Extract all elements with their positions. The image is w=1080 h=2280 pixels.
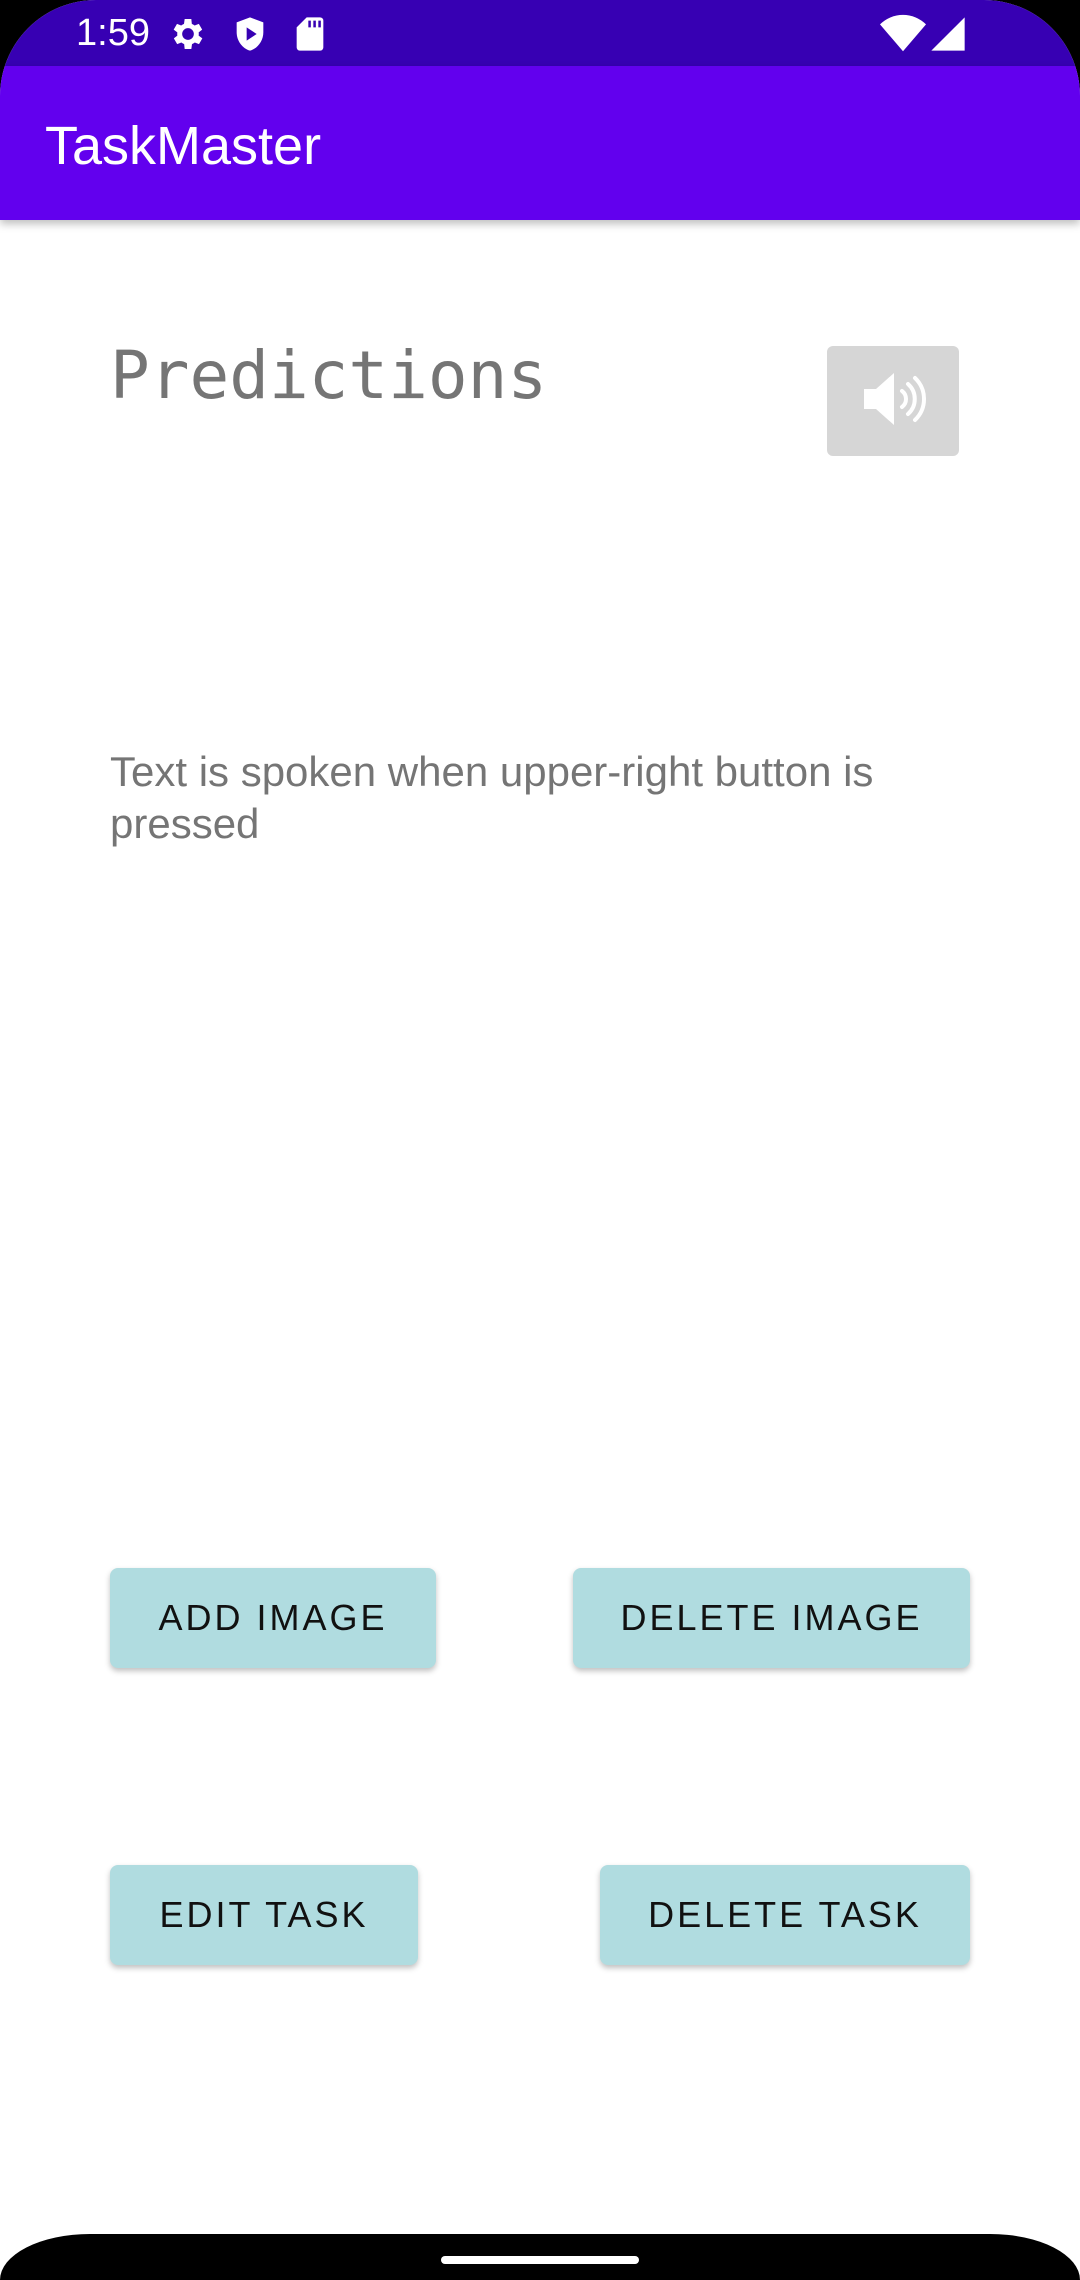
home-gesture-handle[interactable] bbox=[441, 2256, 639, 2264]
status-bar: 1:59 bbox=[0, 0, 1080, 66]
sd-card-icon bbox=[290, 14, 330, 54]
wifi-icon bbox=[880, 14, 926, 54]
delete-task-button[interactable]: DELETE TASK bbox=[600, 1865, 970, 1965]
app-screen: 1:59 TaskMaster Predictions Text is spok… bbox=[0, 0, 1080, 2280]
hint-text: Text is spoken when upper-right button i… bbox=[110, 748, 874, 847]
predictions-label: Predictions bbox=[110, 337, 548, 414]
cellular-signal-icon bbox=[928, 14, 968, 54]
speaker-icon bbox=[860, 369, 926, 434]
app-bar: TaskMaster bbox=[0, 66, 1080, 220]
app-title: TaskMaster bbox=[45, 116, 322, 176]
speak-button[interactable] bbox=[827, 346, 959, 456]
status-time: 1:59 bbox=[76, 12, 150, 54]
shield-play-icon bbox=[230, 14, 270, 54]
delete-image-button[interactable]: DELETE IMAGE bbox=[573, 1568, 970, 1668]
edit-task-button[interactable]: EDIT TASK bbox=[110, 1865, 418, 1965]
add-image-button[interactable]: ADD IMAGE bbox=[110, 1568, 436, 1668]
settings-icon bbox=[168, 14, 208, 54]
